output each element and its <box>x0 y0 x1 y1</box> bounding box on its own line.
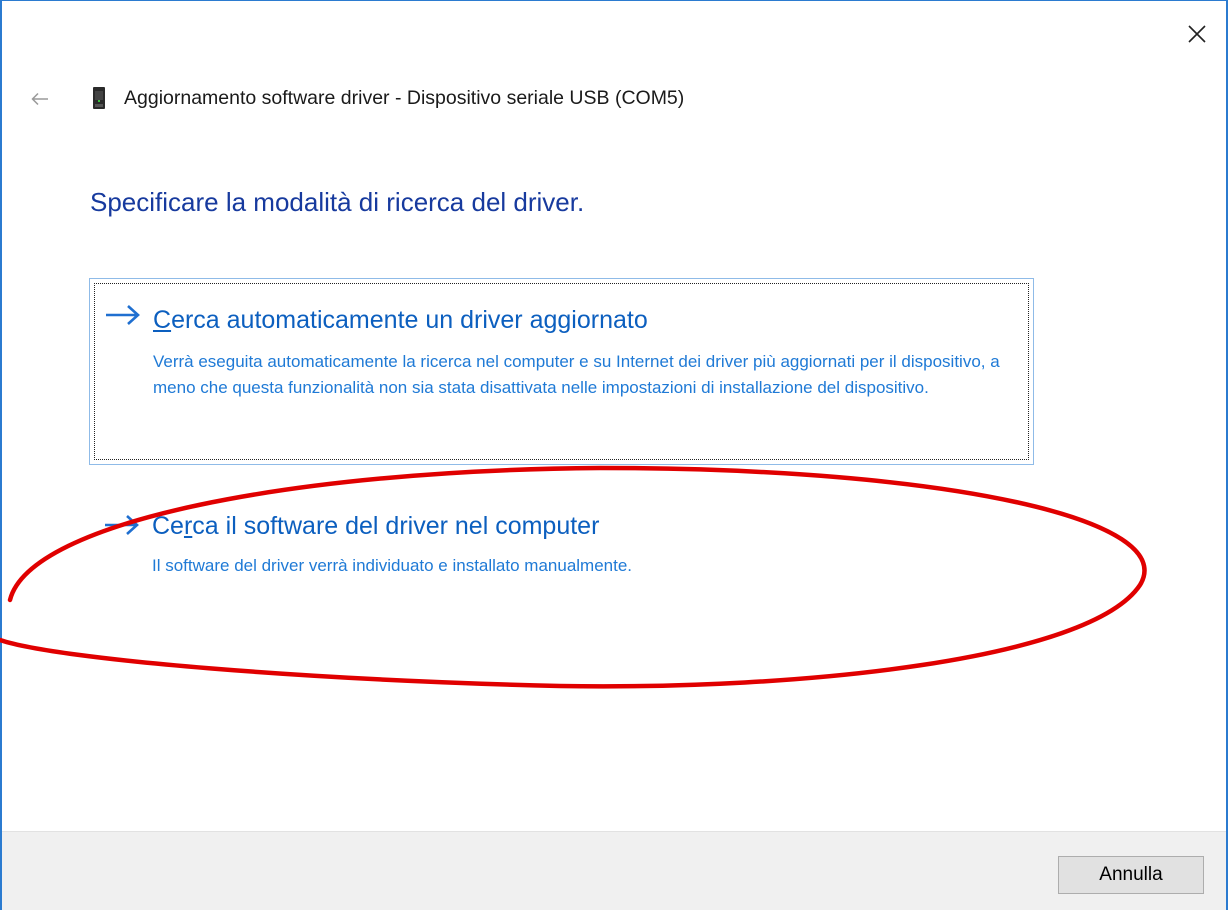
window-title: Aggiornamento software driver - Disposit… <box>124 87 685 109</box>
page-heading: Specificare la modalità di ricerca del d… <box>90 187 585 217</box>
option-title: Cerca il software del driver nel compute… <box>152 512 599 541</box>
option-title: Cerca automaticamente un driver aggiorna… <box>153 306 648 335</box>
option-description: Il software del driver verrà individuato… <box>152 556 633 575</box>
option-search-automatically[interactable]: Cerca automaticamente un driver aggiorna… <box>89 278 1034 465</box>
option-title-prefix: Ce <box>152 512 184 540</box>
close-button[interactable] <box>1180 17 1214 51</box>
arrow-right-icon <box>105 515 139 535</box>
cancel-button[interactable]: Annulla <box>1058 856 1204 894</box>
back-button[interactable] <box>26 85 54 113</box>
dialog-footer: Annulla <box>2 831 1226 910</box>
usb-serial-device-icon <box>93 87 105 109</box>
driver-update-dialog: Aggiornamento software driver - Disposit… <box>0 0 1228 910</box>
close-icon <box>1188 25 1206 43</box>
option-browse-computer[interactable]: Cerca il software del driver nel compute… <box>89 497 1034 607</box>
option-title-text: erca automaticamente un driver aggiornat… <box>171 306 648 334</box>
arrow-right-icon <box>106 305 140 325</box>
accesskey: C <box>153 306 172 334</box>
option-title-text: ca il software del driver nel computer <box>192 512 600 540</box>
back-arrow-icon <box>31 92 48 106</box>
option-description: Verrà eseguita automaticamente la ricerc… <box>153 352 1000 397</box>
